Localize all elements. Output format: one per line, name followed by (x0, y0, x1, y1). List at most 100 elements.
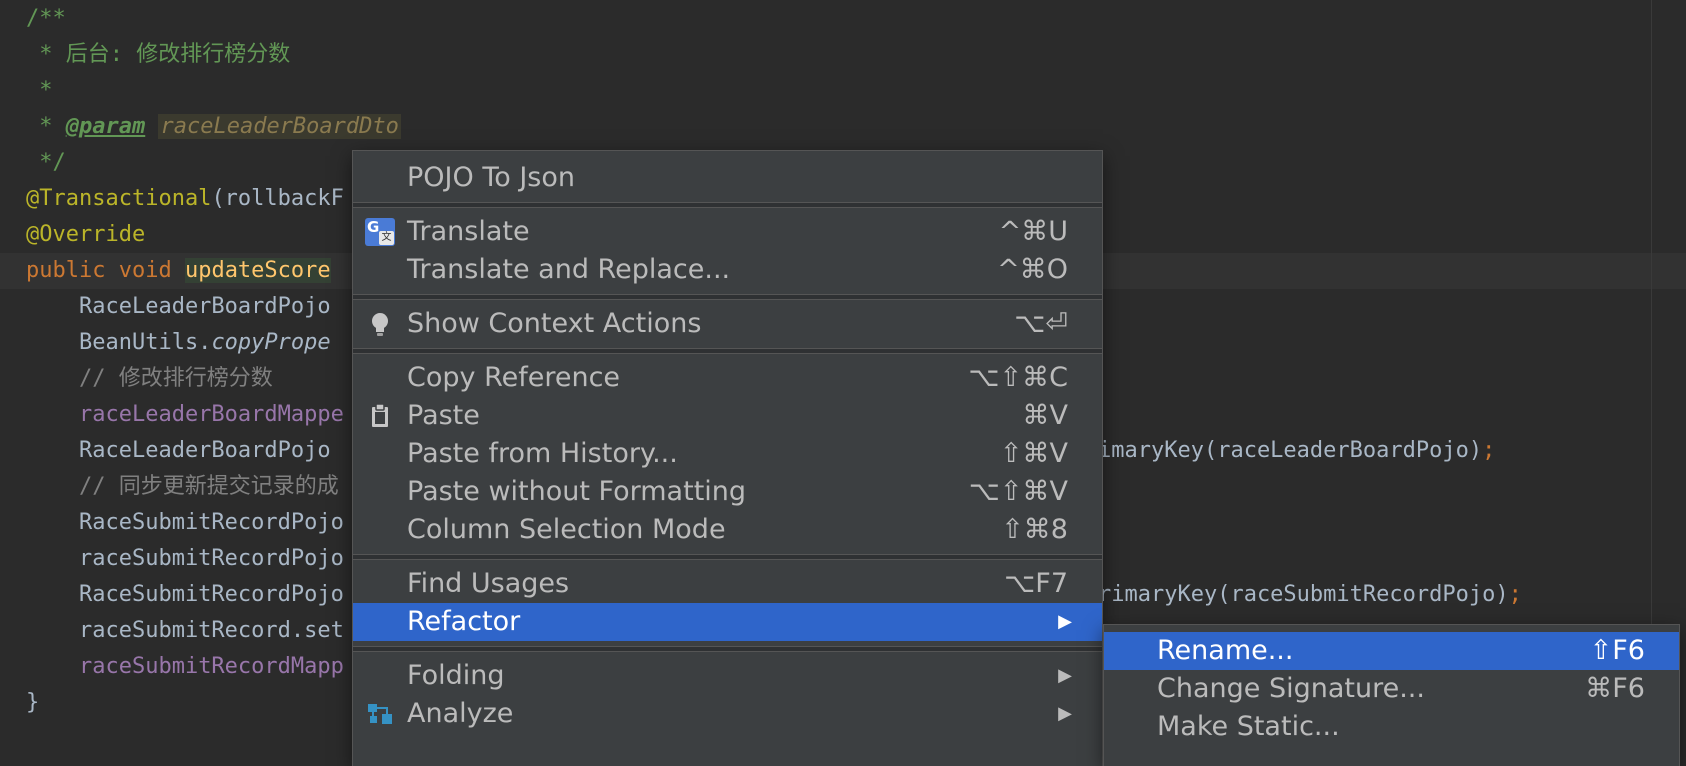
code-token: * 后台: 修改排行榜分数 (26, 42, 291, 67)
menu-item-label: Analyze (407, 698, 514, 729)
submenu-item-make-static[interactable]: Make Static... (1104, 708, 1679, 746)
code-token: // 同步更新提交记录的成 (26, 474, 339, 499)
menu-item-label: Folding (407, 660, 505, 691)
menu-item-paste[interactable]: Paste ⌘V (353, 397, 1102, 435)
menu-item-paste-without-formatting[interactable]: Paste without Formatting ⌥⇧⌘V (353, 473, 1102, 511)
submenu-item-rename[interactable]: Rename... ⇧F6 (1104, 632, 1679, 670)
code-token: RaceSubmitRecordPojo (26, 582, 344, 607)
code-line: * 后台: 修改排行榜分数 (26, 37, 290, 73)
menu-item-pojo-to-json[interactable]: POJO To Json (353, 159, 1102, 197)
code-token: RaceSubmitRecordPojo (26, 510, 344, 535)
menu-item-analyze[interactable]: Analyze ▶ (353, 695, 1102, 733)
menu-item-shortcut: ^⌘U (998, 216, 1068, 247)
code-token: copyPrope (211, 330, 331, 355)
submenu-arrow-icon: ▶ (1058, 611, 1072, 632)
code-token: raceSubmitRecordPojo (26, 546, 344, 571)
menu-separator (353, 294, 1102, 300)
code-line-tail-16: rimaryKey(raceSubmitRecordPojo); (1098, 577, 1522, 613)
code-line: * @param raceLeaderBoardDto (26, 109, 401, 145)
code-token: * (26, 78, 53, 103)
menu-item-copy-reference[interactable]: Copy Reference ⌥⇧⌘C (353, 359, 1102, 397)
menu-item-show-context-actions[interactable]: Show Context Actions ⌥⏎ (353, 305, 1102, 343)
code-token: */ (26, 150, 66, 175)
menu-item-label: Show Context Actions (407, 308, 702, 339)
code-token: * (26, 114, 66, 139)
code-token: ; (1508, 582, 1522, 607)
code-line: raceSubmitRecord.set (26, 613, 344, 649)
menu-item-column-selection-mode[interactable]: Column Selection Mode ⇧⌘8 (353, 511, 1102, 549)
code-line: RaceLeaderBoardPojo (26, 433, 331, 469)
menu-item-shortcut: ⌘V (1022, 400, 1068, 431)
code-token: // 修改排行榜分数 (26, 366, 273, 391)
code-token: imaryKey(raceLeaderBoardPojo) (1098, 438, 1483, 463)
menu-item-paste-from-history[interactable]: Paste from History... ⇧⌘V (353, 435, 1102, 473)
refactor-submenu: Rename... ⇧F6 Change Signature... ⌘F6 Ma… (1103, 624, 1680, 766)
code-token: raceSubmitRecord.set (26, 618, 344, 643)
code-token: raceLeaderBoardMappe (78, 402, 344, 427)
menu-item-translate-and-replace[interactable]: Translate and Replace... ^⌘O (353, 251, 1102, 289)
menu-item-shortcut: ⇧⌘8 (1001, 514, 1068, 545)
code-line: * (26, 73, 53, 109)
menu-item-folding[interactable]: Folding ▶ (353, 657, 1102, 695)
code-token: BeanUtils. (26, 330, 212, 355)
code-token: rimaryKey(raceSubmitRecordPojo) (1098, 582, 1509, 607)
menu-separator (353, 202, 1102, 208)
menu-item-shortcut: ⌥F7 (1004, 568, 1068, 599)
code-token: @param (65, 114, 146, 139)
menu-item-translate[interactable]: G 文 Translate ^⌘U (353, 213, 1102, 251)
menu-item-label: Rename... (1157, 635, 1294, 666)
analyze-icon (365, 700, 395, 728)
menu-item-label: Column Selection Mode (407, 514, 726, 545)
code-token: public (26, 258, 119, 283)
code-line: raceSubmitRecordPojo (26, 541, 344, 577)
menu-item-label: Translate (407, 216, 530, 247)
code-token: RaceLeaderBoardPojo (26, 438, 331, 463)
code-line: /** (26, 1, 66, 37)
code-token: RaceLeaderBoardPojo (26, 294, 331, 319)
code-line: @Override (26, 217, 145, 253)
menu-item-refactor[interactable]: Refactor ▶ (353, 603, 1102, 641)
code-token: raceLeaderBoardDto (158, 114, 401, 139)
submenu-arrow-icon: ▶ (1058, 665, 1072, 686)
code-token: @Override (26, 222, 146, 247)
menu-separator (353, 348, 1102, 354)
code-token: ; (1482, 438, 1496, 463)
menu-item-label: Find Usages (407, 568, 570, 599)
menu-item-find-usages[interactable]: Find Usages ⌥F7 (353, 565, 1102, 603)
code-line-tail-12: imaryKey(raceLeaderBoardPojo); (1098, 433, 1495, 469)
menu-item-label: Paste without Formatting (407, 476, 747, 507)
code-line: public void updateScore (26, 253, 331, 289)
menu-item-shortcut: ^⌘O (997, 254, 1068, 285)
code-line: RaceLeaderBoardPojo (26, 289, 331, 325)
menu-item-shortcut: ⌥⏎ (1014, 308, 1068, 339)
code-token: @Transactional (26, 186, 212, 211)
code-line: RaceSubmitRecordPojo (26, 577, 344, 613)
code-line: // 修改排行榜分数 (26, 361, 273, 397)
menu-item-label: Paste (407, 400, 480, 431)
code-line: raceLeaderBoardMappe (26, 397, 344, 433)
code-token: } (26, 690, 40, 715)
menu-separator (353, 646, 1102, 652)
menu-item-shortcut: ⌥⇧⌘V (968, 476, 1068, 507)
menu-item-label: Make Static... (1157, 711, 1340, 742)
menu-item-shortcut: ⌥⇧⌘C (968, 362, 1068, 393)
menu-item-label: POJO To Json (407, 162, 575, 193)
code-token: (rollbackF (211, 186, 344, 211)
code-line: } (26, 685, 39, 721)
code-line: // 同步更新提交记录的成 (26, 469, 339, 505)
menu-item-shortcut: ⌘F6 (1585, 673, 1645, 704)
code-line: */ (26, 145, 66, 181)
submenu-arrow-icon: ▶ (1058, 703, 1072, 724)
code-line: raceSubmitRecordMapp (26, 649, 344, 685)
menu-item-label: Change Signature... (1157, 673, 1425, 704)
code-line: @Transactional(rollbackF (26, 181, 344, 217)
code-token: void (118, 258, 185, 283)
menu-item-shortcut: ⇧⌘V (999, 438, 1068, 469)
menu-item-label: Paste from History... (407, 438, 678, 469)
code-token: raceSubmitRecordMapp (78, 654, 344, 679)
submenu-item-change-signature[interactable]: Change Signature... ⌘F6 (1104, 670, 1679, 708)
code-line: RaceSubmitRecordPojo (26, 505, 344, 541)
